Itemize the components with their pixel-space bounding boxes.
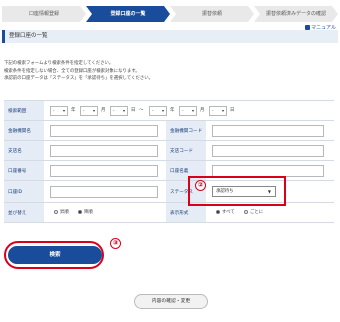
description-line: 下記の検索フォームより検索条件を指定してください。 [4,61,114,66]
from-day-select[interactable]: - ▾ [110,106,128,116]
account-id-label: 口座ID [4,181,44,202]
display-all-radio[interactable]: すべて [216,207,235,219]
step-registered-accounts[interactable]: 登録口座の一覧 [86,6,170,22]
to-day-select[interactable]: - ▾ [209,106,227,116]
branch-name-field[interactable] [50,145,158,157]
step-bar: 口座情報登録 登録口座の一覧 振替依頼 振替依頼済みデータの確認 [0,6,340,22]
to-year-select[interactable]: - ▾ [149,106,167,116]
bank-name-label: 金融機関名 [4,121,44,140]
sort-asc-radio[interactable]: 昇順 [54,207,69,219]
description: 下記の検索フォームより検索条件を指定してください。 検索条件を指定しない場合、全… [4,60,204,83]
bank-row: 金融機関名 金融機関コード [4,121,334,141]
sort-row: 並び替え 昇順 降順 表示形式 すべて ごとに [4,203,334,223]
branch-row: 支店名 支店コード [4,141,334,161]
search-range-row: 検索範囲 - ▾ 年 - ▾ 月 - ▾ 日 ～ - ▾ 年 - ▾ 月 - ▾ 日 [4,101,334,121]
from-year-select[interactable]: - ▾ [50,106,68,116]
account-number-label: 口座番号 [4,161,44,180]
display-per-radio[interactable]: ごとに [244,207,263,219]
range-tilde: ～ [139,108,144,113]
account-number-field[interactable] [50,165,158,177]
description-line: 検索条件を指定しない場合、全ての登録口座が検索対象になります。 [4,68,140,74]
description-line: 承認前の口座データは「ステータス」を「承認待ち」を選択してください。 [4,76,154,81]
year-unit: 年 [170,108,175,113]
month-unit: 月 [101,108,106,113]
day-unit: 日 [230,108,235,113]
account-id-field[interactable] [50,186,158,198]
radio-icon [244,209,248,214]
month-unit: 月 [200,108,205,113]
sort-desc-radio[interactable]: 降順 [78,207,93,219]
bank-code-label: 金融機関コード [166,121,206,140]
search-range-label: 検索範囲 [4,101,44,120]
bank-code-field[interactable] [212,125,324,137]
branch-code-label: 支店コード [166,141,206,160]
sort-label: 並び替え [4,203,44,222]
radio-icon [216,209,220,214]
step-transfer-confirmation[interactable]: 振替依頼済みデータの確認 [254,6,338,22]
year-unit: 年 [71,108,76,113]
to-month-select[interactable]: - ▾ [179,106,197,116]
confirm-change-button[interactable]: 内容の確認・変更 [134,294,208,309]
step-transfer-request[interactable]: 振替依頼 [170,6,254,22]
step-account-registration[interactable]: 口座情報登録 [2,6,86,22]
search-button[interactable]: 検索 [8,246,102,264]
from-month-select[interactable]: - ▾ [80,106,98,116]
radio-icon [54,209,58,214]
branch-name-label: 支店名 [4,141,44,160]
day-unit: 日 [131,108,136,113]
branch-code-field[interactable] [212,145,324,157]
page-title: 登録口座の一覧 [2,30,338,43]
radio-icon [78,209,82,214]
annotation-2: ② [195,180,206,191]
bank-name-field[interactable] [50,125,158,137]
annotation-3: ③ [110,238,121,249]
